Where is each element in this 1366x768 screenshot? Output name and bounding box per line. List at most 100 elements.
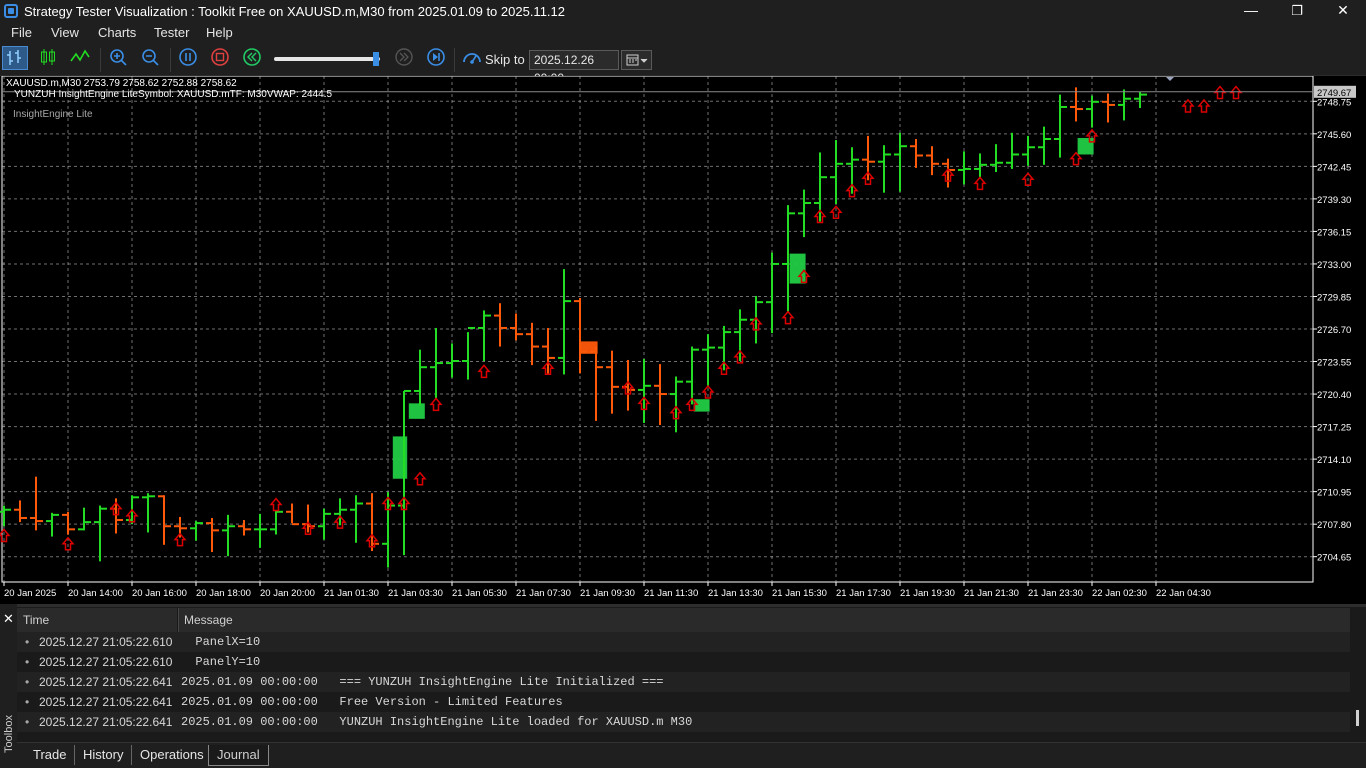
price-tick-label: 2704.65 [1317, 553, 1351, 564]
line-chart-icon [70, 49, 90, 62]
journal-scrollbar[interactable] [1356, 710, 1359, 726]
price-tick-label: 2720.40 [1317, 390, 1351, 401]
indicator-info: YUNZUH InsightEngine LiteSymbol: XAUUSD.… [14, 89, 333, 100]
time-tick-label: 21 Jan 03:30 [388, 588, 443, 599]
skip-disabled-icon [395, 48, 413, 66]
stop-button[interactable] [208, 46, 234, 70]
toolbox-tabs: Trade History Operations Journal [17, 742, 1366, 768]
row-bullet-icon: • [25, 675, 30, 689]
time-tick-label: 21 Jan 21:30 [964, 588, 1019, 599]
toolbar-separator [170, 48, 171, 72]
journal-row[interactable]: • 2025.12.27 21:05:22.610 PanelY=10 [17, 652, 1350, 672]
time-tick-label: 20 Jan 18:00 [196, 588, 251, 599]
menu-tester[interactable]: Tester [154, 25, 189, 40]
time-tick-label: 21 Jan 05:30 [452, 588, 507, 599]
skip-to-label: Skip to [485, 52, 525, 67]
signal-arrow-icon [973, 176, 987, 191]
maximize-button[interactable]: ❐ [1274, 0, 1320, 23]
zoom-out-button[interactable] [138, 46, 164, 70]
time-tick-label: 21 Jan 17:30 [836, 588, 891, 599]
toolbar [0, 43, 1366, 76]
order-block-zone [1077, 137, 1094, 155]
calendar-icon [626, 54, 648, 66]
order-block-zone [789, 253, 806, 284]
toolbox-label: Toolbox [3, 715, 15, 753]
time-tick-label: 21 Jan 07:30 [516, 588, 571, 599]
signal-arrow-icon [1213, 85, 1227, 100]
menu-help[interactable]: Help [206, 25, 233, 40]
stop-icon [211, 48, 229, 66]
toolbar-separator [100, 48, 101, 72]
price-tick-label: 2742.45 [1317, 162, 1351, 173]
pause-icon [179, 48, 197, 66]
journal-time: 2025.12.27 21:05:22.641 [39, 695, 173, 709]
tab-trade[interactable]: Trade [25, 745, 74, 765]
step-forward-button[interactable] [424, 46, 450, 70]
tab-journal[interactable]: Journal [208, 745, 269, 766]
current-price-label: 2749.67 [1317, 88, 1351, 99]
candlestick-button[interactable] [36, 46, 62, 70]
order-block-zone [392, 436, 408, 479]
skip-date-input[interactable]: 2025.12.26 00:00 [529, 50, 619, 85]
signal-arrow-icon [413, 471, 427, 486]
journal-row[interactable]: • 2025.12.27 21:05:22.610 PanelX=10 [17, 632, 1350, 652]
column-header-time[interactable]: Time [17, 608, 177, 632]
tab-operations[interactable]: Operations [131, 745, 212, 765]
speed-slider-track[interactable] [274, 57, 380, 61]
price-tick-label: 2717.25 [1317, 423, 1351, 434]
column-header-message[interactable]: Message [178, 608, 1350, 632]
tab-history[interactable]: History [74, 745, 131, 765]
toolbar-separator [454, 48, 455, 72]
time-tick-label: 20 Jan 16:00 [132, 588, 187, 599]
speed-slider-thumb[interactable] [372, 52, 379, 66]
signal-arrow-icon [429, 397, 443, 412]
close-button[interactable]: ✕ [1320, 0, 1366, 23]
calendar-dropdown-button[interactable] [621, 50, 652, 70]
price-tick-label: 2726.70 [1317, 325, 1351, 336]
bar-chart-button[interactable] [2, 46, 28, 70]
zoom-out-icon [142, 49, 159, 66]
menu-charts[interactable]: Charts [98, 25, 136, 40]
toolbox-close-icon[interactable]: ✕ [3, 611, 14, 627]
signal-arrow-icon [477, 364, 491, 379]
journal-row[interactable]: • 2025.12.27 21:05:22.641 2025.01.09 00:00… [17, 672, 1350, 692]
journal-row[interactable]: • 2025.12.27 21:05:22.641 2025.01.09 00:00… [17, 712, 1350, 732]
menu-bar: File View Charts Tester Help [0, 23, 1366, 43]
price-tick-label: 2707.80 [1317, 520, 1351, 531]
price-chart[interactable]: 2748.75 2745.60 2742.45 2739.30 2736.15 2733.… [0, 76, 1366, 604]
time-tick-label: 21 Jan 01:30 [324, 588, 379, 599]
journal-message: 2025.01.09 00:00:00 Free Version - Limit… [181, 695, 563, 709]
skip-disabled-button [392, 46, 418, 70]
journal-message: PanelX=10 [181, 635, 261, 649]
journal-message: 2025.01.09 00:00:00 === YUNZUH InsightEn… [181, 675, 664, 689]
journal-row[interactable]: • 2025.12.27 21:05:22.641 2025.01.09 00:00… [17, 692, 1350, 712]
journal-time: 2025.12.27 21:05:22.641 [39, 715, 173, 729]
price-tick-label: 2748.75 [1317, 97, 1351, 108]
time-tick-label: 21 Jan 11:30 [644, 588, 698, 599]
pause-button[interactable] [176, 46, 202, 70]
time-tick-label: 21 Jan 09:30 [580, 588, 635, 599]
row-bullet-icon: • [25, 695, 30, 709]
time-tick-label: 21 Jan 15:30 [772, 588, 827, 599]
time-tick-label: 20 Jan 2025 [4, 588, 56, 599]
zoom-in-button[interactable] [106, 46, 132, 70]
time-tick-label: 20 Jan 20:00 [260, 588, 315, 599]
journal-message: 2025.01.09 00:00:00 YUNZUH InsightEngine… [181, 715, 693, 729]
minimize-button[interactable]: — [1228, 0, 1274, 23]
rewind-button[interactable] [240, 46, 266, 70]
price-tick-label: 2723.55 [1317, 358, 1351, 369]
time-tick-label: 22 Jan 04:30 [1156, 588, 1211, 599]
row-bullet-icon: • [25, 635, 30, 649]
chart-symbol-info: XAUUSD.m,M30 2753.79 2758.62 2752.88 275… [6, 78, 237, 89]
shift-marker-icon [1166, 77, 1174, 81]
menu-view[interactable]: View [51, 25, 79, 40]
price-tick-label: 2739.30 [1317, 195, 1351, 206]
time-tick-label: 21 Jan 13:30 [708, 588, 763, 599]
skip-to-button[interactable] [460, 46, 486, 70]
price-tick-label: 2745.60 [1317, 130, 1351, 141]
menu-file[interactable]: File [11, 25, 32, 40]
title-bar: Strategy Tester Visualization : Toolkit … [0, 0, 1366, 23]
line-chart-button[interactable] [68, 46, 94, 70]
rewind-icon [243, 48, 261, 66]
time-tick-label: 20 Jan 14:00 [68, 588, 123, 599]
